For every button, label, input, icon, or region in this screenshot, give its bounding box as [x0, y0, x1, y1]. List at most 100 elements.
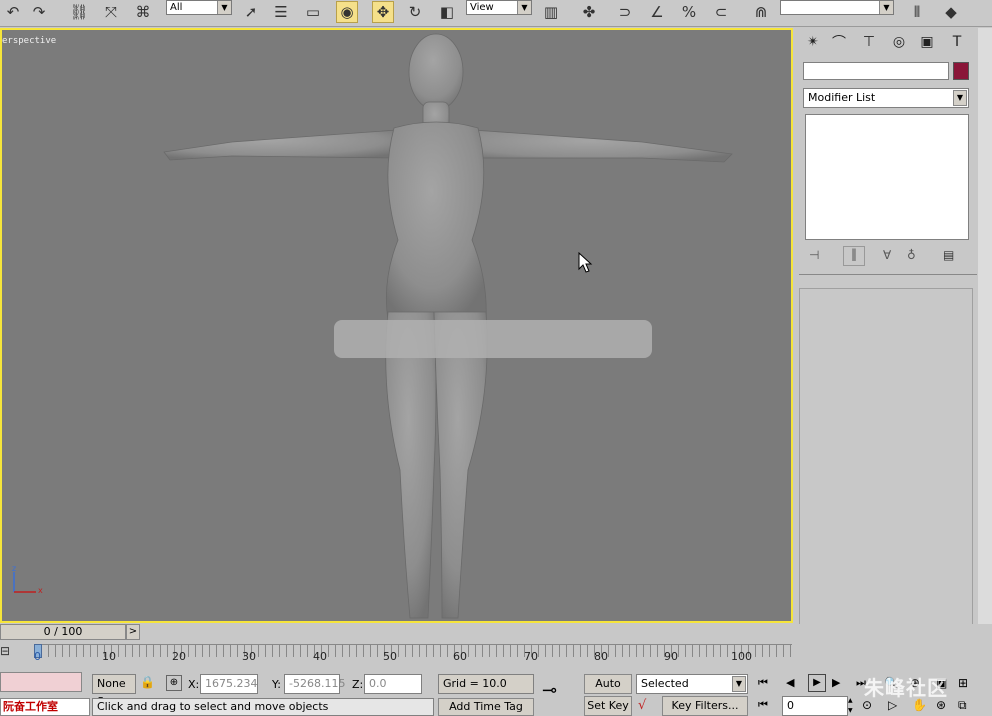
frame-spinner-icon[interactable]: ▲ ▼: [848, 696, 856, 716]
perspective-viewport[interactable]: erspective z x: [0, 28, 793, 623]
time-slider-frame[interactable]: 0 / 100: [0, 624, 126, 640]
display-tab-icon[interactable]: ▣: [915, 30, 939, 54]
mirror-icon[interactable]: ⫴: [906, 1, 928, 23]
set-key-button[interactable]: Set Key: [584, 696, 632, 716]
select-and-move-icon[interactable]: ✥: [372, 1, 394, 23]
rectangular-selection-icon[interactable]: ▭: [302, 1, 324, 23]
add-time-tag-button[interactable]: Add Time Tag: [438, 698, 534, 716]
current-frame-field[interactable]: 0: [782, 696, 848, 716]
angle-snap-toggle-icon[interactable]: ∠: [646, 1, 668, 23]
axis-z-label: z: [12, 564, 17, 573]
blurred-watermark-bar: [334, 320, 652, 358]
auto-key-button[interactable]: Auto Key: [584, 674, 632, 708]
model-head: [408, 33, 464, 111]
selection-filter-dropdown[interactable]: All ▼: [166, 0, 232, 15]
select-and-link-icon[interactable]: ⛓: [68, 1, 90, 23]
x-label: X:: [188, 678, 200, 691]
absolute-mode-transform-icon[interactable]: ⊕: [166, 675, 182, 691]
model-torso: [385, 121, 487, 321]
model-right-arm: [472, 129, 733, 163]
create-tab-icon[interactable]: ✴: [801, 30, 825, 54]
chevron-down-icon: ▼: [953, 90, 967, 106]
reference-coordinate-dropdown[interactable]: View ▼: [466, 0, 532, 15]
select-and-scale-icon[interactable]: ◧: [436, 1, 458, 23]
frame-tick: 80: [594, 650, 608, 663]
maximize-viewport-icon[interactable]: ⧉: [958, 698, 967, 713]
grid-size-display: Grid = 10.0: [438, 674, 534, 694]
x-coordinate-input[interactable]: 1675.234: [200, 674, 258, 694]
pin-stack-icon[interactable]: ⊣: [809, 248, 819, 262]
field-of-view-icon[interactable]: ▷: [888, 698, 897, 712]
redo-icon[interactable]: ↷: [28, 1, 50, 23]
use-pivot-point-center-icon[interactable]: ▥: [540, 1, 562, 23]
select-and-rotate-icon[interactable]: ↻: [404, 1, 426, 23]
frame-tick: 90: [664, 650, 678, 663]
hierarchy-tab-icon[interactable]: ⊤: [857, 30, 881, 54]
frame-tick: 100: [731, 650, 752, 663]
modify-tab-icon[interactable]: ⌒: [827, 30, 851, 54]
bottom-area: 0 / 100 > ⊟ 0 10 20 30 40 50 60 70 80 90…: [0, 624, 992, 716]
unlink-selection-icon[interactable]: ⤧: [100, 1, 122, 23]
window-crossing-icon[interactable]: ◉: [336, 1, 358, 23]
z-coordinate-input[interactable]: 0.0: [364, 674, 422, 694]
undo-icon[interactable]: ↶: [2, 1, 24, 23]
pan-view-icon[interactable]: ✋: [912, 698, 927, 712]
arc-rotate-icon[interactable]: ⊛: [936, 698, 946, 712]
key-filters-button[interactable]: Key Filters...: [662, 696, 748, 716]
key-mode-toggle-icon[interactable]: ⏮: [758, 698, 768, 712]
make-unique-icon[interactable]: ∀: [883, 248, 891, 262]
modifier-list-dropdown[interactable]: Modifier List ▼: [803, 88, 969, 108]
percent-snap-toggle-icon[interactable]: %: [678, 1, 700, 23]
set-key-icon[interactable]: ⊸: [542, 680, 557, 701]
chevron-down-icon: ▼: [217, 1, 231, 14]
select-and-manipulate-icon[interactable]: ✤: [578, 1, 600, 23]
frame-tick: 40: [313, 650, 327, 663]
show-end-result-icon[interactable]: ‖: [843, 246, 865, 266]
next-frame-icon[interactable]: ▶: [832, 676, 840, 689]
bind-to-space-warp-icon[interactable]: ⌘: [132, 1, 154, 23]
align-icon[interactable]: ◆: [940, 1, 962, 23]
mouse-cursor-icon: [578, 252, 593, 273]
named-selection-sets-dropdown[interactable]: ▼: [780, 0, 894, 15]
frame-tick: 60: [453, 650, 467, 663]
frame-tick-0: 0: [34, 650, 41, 663]
go-to-start-icon[interactable]: ⏮: [758, 676, 768, 690]
select-by-name-icon[interactable]: ☰: [270, 1, 292, 23]
motion-tab-icon[interactable]: ◎: [887, 30, 911, 54]
object-color-swatch[interactable]: [953, 62, 969, 80]
next-frame-button[interactable]: >: [126, 624, 140, 640]
frame-tick: 20: [172, 650, 186, 663]
edit-named-selection-icon[interactable]: ⋒: [750, 1, 772, 23]
watermark-text: 朱峰社区: [864, 676, 948, 700]
character-model: [163, 33, 733, 619]
y-coordinate-input[interactable]: -5268.115: [284, 674, 345, 694]
configure-modifier-sets-icon[interactable]: ▤: [943, 248, 954, 262]
maxscript-listener-top[interactable]: [0, 672, 82, 692]
time-configuration-icon[interactable]: ⊙: [862, 698, 872, 712]
track-bar[interactable]: [34, 644, 792, 657]
command-panel-scrollbar[interactable]: [978, 28, 992, 668]
previous-frame-icon[interactable]: ◀: [786, 676, 794, 689]
track-bar-toggle-icon[interactable]: ⊟: [0, 644, 20, 660]
default-in-out-tangent-icon[interactable]: √: [638, 698, 646, 713]
frame-tick: 70: [524, 650, 538, 663]
rollout-area: [799, 288, 973, 668]
modifier-stack-list[interactable]: [805, 114, 969, 240]
chevron-down-icon: ▼: [879, 1, 893, 14]
key-mode-dropdown[interactable]: Selected ▼: [636, 674, 748, 694]
object-name-input[interactable]: [803, 62, 949, 80]
remove-modifier-icon[interactable]: ♁: [907, 248, 916, 262]
maxscript-listener-bottom[interactable]: 阮奋工作室: [0, 698, 90, 716]
y-label: Y:: [272, 678, 281, 691]
snaps-toggle-icon[interactable]: ⊃: [614, 1, 636, 23]
panel-divider: [799, 274, 977, 275]
spinner-snap-toggle-icon[interactable]: ⊂: [710, 1, 732, 23]
select-object-icon[interactable]: ➚: [240, 1, 262, 23]
command-panel: ✴ ⌒ ⊤ ◎ ▣ T Modifier List ▼ ⊣ ‖ ∀ ♁ ▤: [797, 28, 977, 668]
model-left-arm: [163, 129, 398, 161]
selection-lock-icon[interactable]: 🔒: [140, 675, 155, 689]
play-animation-icon[interactable]: ▶: [808, 674, 826, 692]
utilities-tab-icon[interactable]: T: [945, 30, 969, 54]
frame-tick: 10: [102, 650, 116, 663]
axis-x-label: x: [38, 586, 43, 595]
